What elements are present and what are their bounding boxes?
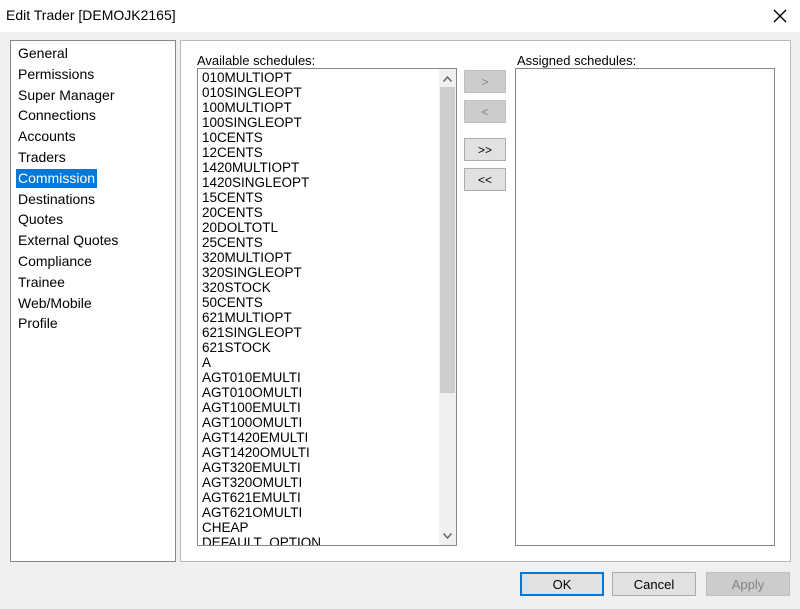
list-item[interactable]: 621MULTIOPT [202, 310, 438, 325]
list-item[interactable]: 20CENTS [202, 205, 438, 220]
available-schedules-list[interactable]: 010MULTIOPT 010SINGLEOPT 100MULTIOPT 100SIN… [197, 68, 457, 546]
list-item[interactable]: CHEAP [202, 520, 438, 535]
title-bar: Edit Trader [DEMOJK2165] [0, 0, 800, 32]
nav-item-quotes[interactable]: Quotes [16, 210, 65, 229]
list-item[interactable]: AGT100OMULTI [202, 415, 438, 430]
window-title: Edit Trader [DEMOJK2165] [6, 7, 176, 23]
nav-item-connections[interactable]: Connections [16, 106, 98, 125]
list-item[interactable]: AGT320OMULTI [202, 475, 438, 490]
list-item[interactable]: 15CENTS [202, 190, 438, 205]
remove-schedule-button[interactable]: < [464, 100, 506, 123]
apply-button[interactable]: Apply [706, 572, 790, 596]
scroll-down-button[interactable] [439, 527, 456, 544]
close-icon [773, 9, 787, 23]
list-item[interactable]: 100SINGLEOPT [202, 115, 438, 130]
list-item[interactable]: 010SINGLEOPT [202, 85, 438, 100]
assigned-schedules-label: Assigned schedules: [517, 53, 637, 68]
list-item[interactable]: 12CENTS [202, 145, 438, 160]
list-item[interactable]: DEFAULT_OPTION [202, 535, 438, 545]
add-all-schedules-button[interactable]: >> [464, 138, 506, 161]
category-list[interactable]: General Permissions Super Manager Connectio… [10, 40, 176, 562]
list-item[interactable]: 100MULTIOPT [202, 100, 438, 115]
cancel-button[interactable]: Cancel [612, 572, 696, 596]
nav-item-destinations[interactable]: Destinations [16, 190, 97, 209]
nav-item-traders[interactable]: Traders [16, 148, 68, 167]
list-item[interactable]: 1420MULTIOPT [202, 160, 438, 175]
edit-trader-dialog: Edit Trader [DEMOJK2165] General Permissi… [0, 0, 800, 609]
list-item[interactable]: 621STOCK [202, 340, 438, 355]
nav-item-compliance[interactable]: Compliance [16, 252, 94, 271]
list-item[interactable]: A [202, 355, 438, 370]
list-item[interactable]: AGT010EMULTI [202, 370, 438, 385]
list-item[interactable]: 10CENTS [202, 130, 438, 145]
list-item[interactable]: 320STOCK [202, 280, 438, 295]
nav-item-external-quotes[interactable]: External Quotes [16, 231, 120, 250]
chevron-down-icon [443, 532, 452, 539]
list-item[interactable]: 320SINGLEOPT [202, 265, 438, 280]
list-item[interactable]: 20DOLTOTL [202, 220, 438, 235]
nav-item-general[interactable]: General [16, 44, 70, 63]
list-item[interactable]: 010MULTIOPT [202, 70, 438, 85]
nav-item-accounts[interactable]: Accounts [16, 127, 78, 146]
list-item[interactable]: AGT320EMULTI [202, 460, 438, 475]
scroll-thumb[interactable] [440, 87, 455, 393]
nav-item-trainee[interactable]: Trainee [16, 273, 67, 292]
list-item[interactable]: 25CENTS [202, 235, 438, 250]
list-item[interactable]: AGT1420OMULTI [202, 445, 438, 460]
nav-item-profile[interactable]: Profile [16, 314, 60, 333]
list-item[interactable]: AGT010OMULTI [202, 385, 438, 400]
nav-item-commission[interactable]: Commission [16, 168, 98, 188]
close-button[interactable] [760, 0, 800, 32]
remove-all-schedules-button[interactable]: << [464, 168, 506, 191]
list-item[interactable]: 621SINGLEOPT [202, 325, 438, 340]
nav-item-web-mobile[interactable]: Web/Mobile [16, 294, 94, 313]
list-item[interactable]: 50CENTS [202, 295, 438, 310]
list-item[interactable]: 1420SINGLEOPT [202, 175, 438, 190]
scroll-up-button[interactable] [439, 70, 456, 87]
list-item[interactable]: 320MULTIOPT [202, 250, 438, 265]
add-schedule-button[interactable]: > [464, 70, 506, 93]
ok-button[interactable]: OK [520, 572, 604, 596]
list-item[interactable]: AGT1420EMULTI [202, 430, 438, 445]
list-item[interactable]: AGT100EMULTI [202, 400, 438, 415]
assigned-schedules-list[interactable] [515, 68, 775, 546]
available-schedules-label: Available schedules: [197, 53, 316, 68]
chevron-up-icon [443, 75, 452, 82]
nav-item-permissions[interactable]: Permissions [16, 65, 96, 84]
nav-item-super-manager[interactable]: Super Manager [16, 86, 117, 105]
list-item[interactable]: AGT621OMULTI [202, 505, 438, 520]
list-item[interactable]: AGT621EMULTI [202, 490, 438, 505]
available-scrollbar[interactable] [439, 69, 456, 545]
